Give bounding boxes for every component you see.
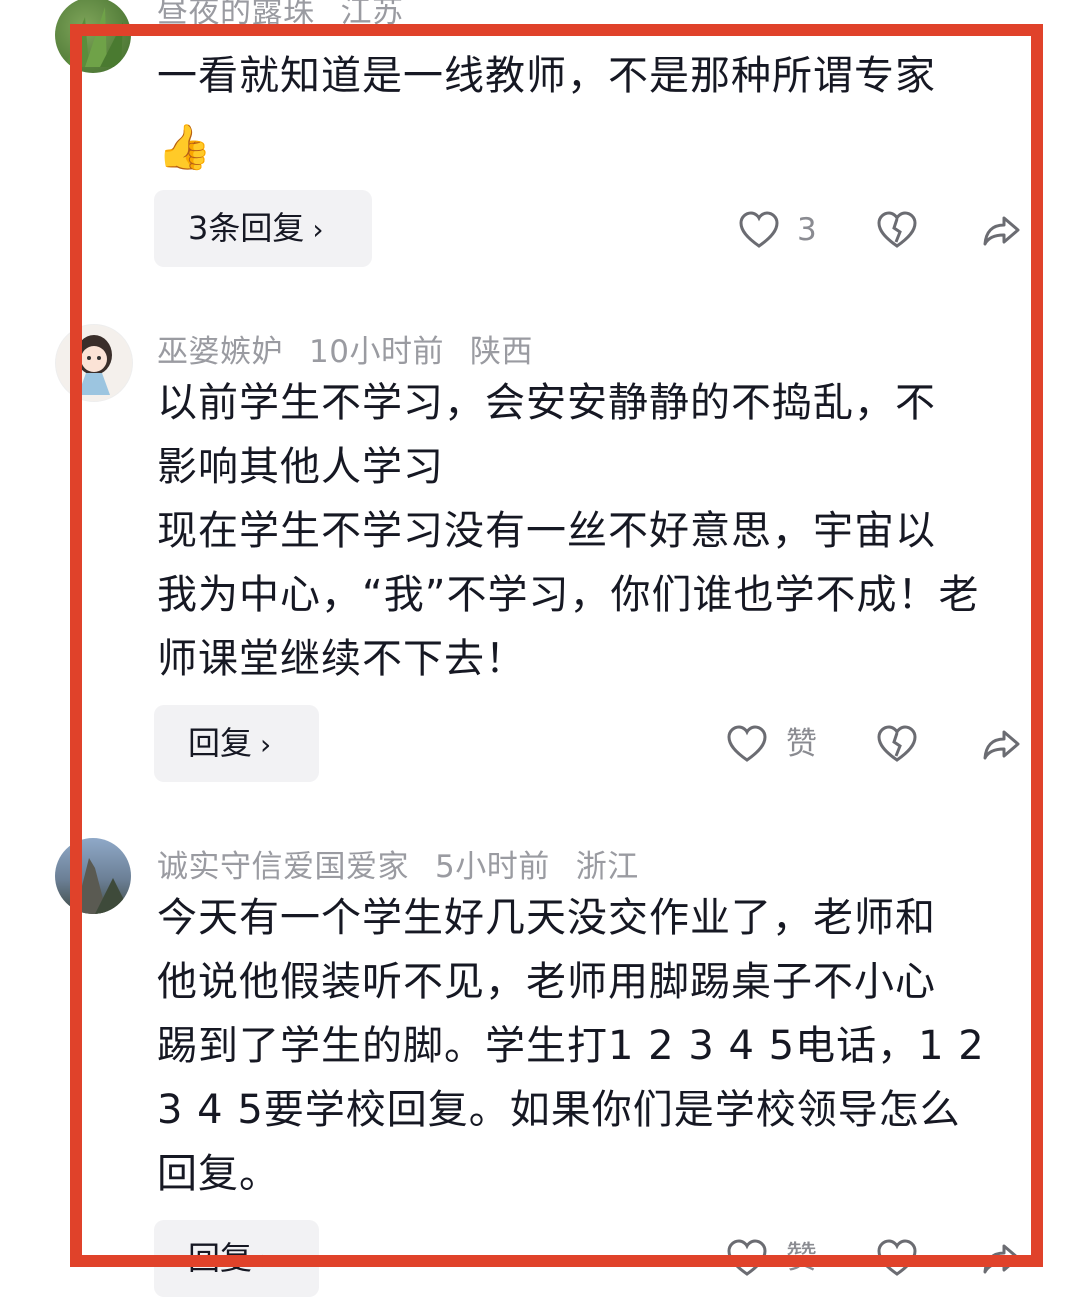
location: 浙江 [575, 849, 639, 885]
share-arrow-icon[interactable] [982, 210, 1022, 250]
comment-actions: 赞 [0, 724, 1080, 774]
thumbs-up-emoji: 👍 [157, 122, 213, 173]
plant-avatar-image [65, 7, 123, 67]
heart-outline-icon[interactable] [738, 210, 780, 250]
comment-body: 一看就知道是一线教师，不是那种所谓专家 [157, 53, 936, 99]
location: 江苏 [340, 0, 404, 30]
like-count: 3 [797, 212, 817, 248]
broken-heart-icon[interactable] [876, 210, 918, 250]
like-label: 赞 [786, 1240, 817, 1276]
comment-meta: 巫婆嫉妒 10小时前 陕西 [157, 326, 559, 371]
comment-text: 以前学生不学习，会安安静静的不捣乱，不 影响其他人学习 现在学生不学习没有一丝不… [157, 380, 980, 682]
username[interactable]: 昼夜的露珠 [157, 0, 315, 30]
mountain-avatar-image [75, 858, 131, 914]
heart-outline-icon[interactable] [726, 724, 768, 764]
cartoon-girl-avatar-image [76, 335, 112, 395]
timestamp: 5小时前 [435, 849, 550, 885]
comment-text: 今天有一个学生好几天没交作业了，老师和 他说他假装听不见，老师用脚踢桌子不小心 … [157, 895, 985, 1197]
timestamp: 10小时前 [309, 334, 444, 370]
share-arrow-icon[interactable] [982, 724, 1022, 764]
heart-outline-icon[interactable] [726, 1238, 768, 1278]
comment-actions: 3 [0, 210, 1080, 260]
location: 陕西 [469, 334, 533, 370]
like-label: 赞 [786, 726, 817, 762]
share-arrow-icon[interactable] [982, 1238, 1022, 1278]
username[interactable]: 诚实守信爱国爱家 [157, 849, 409, 885]
broken-heart-icon[interactable] [876, 724, 918, 764]
avatar[interactable] [55, 324, 133, 402]
broken-heart-icon[interactable] [876, 1238, 918, 1278]
comment-text: 一看就知道是一线教师，不是那种所谓专家 👍 [157, 44, 1037, 188]
comment-meta: 昼夜的露珠 江苏 [157, 0, 430, 31]
avatar[interactable] [55, 838, 131, 914]
avatar[interactable] [55, 0, 131, 73]
comment-meta: 诚实守信爱国爱家 5小时前 浙江 [157, 841, 665, 886]
username[interactable]: 巫婆嫉妒 [157, 334, 283, 370]
comment-actions: 赞 [0, 1238, 1080, 1288]
